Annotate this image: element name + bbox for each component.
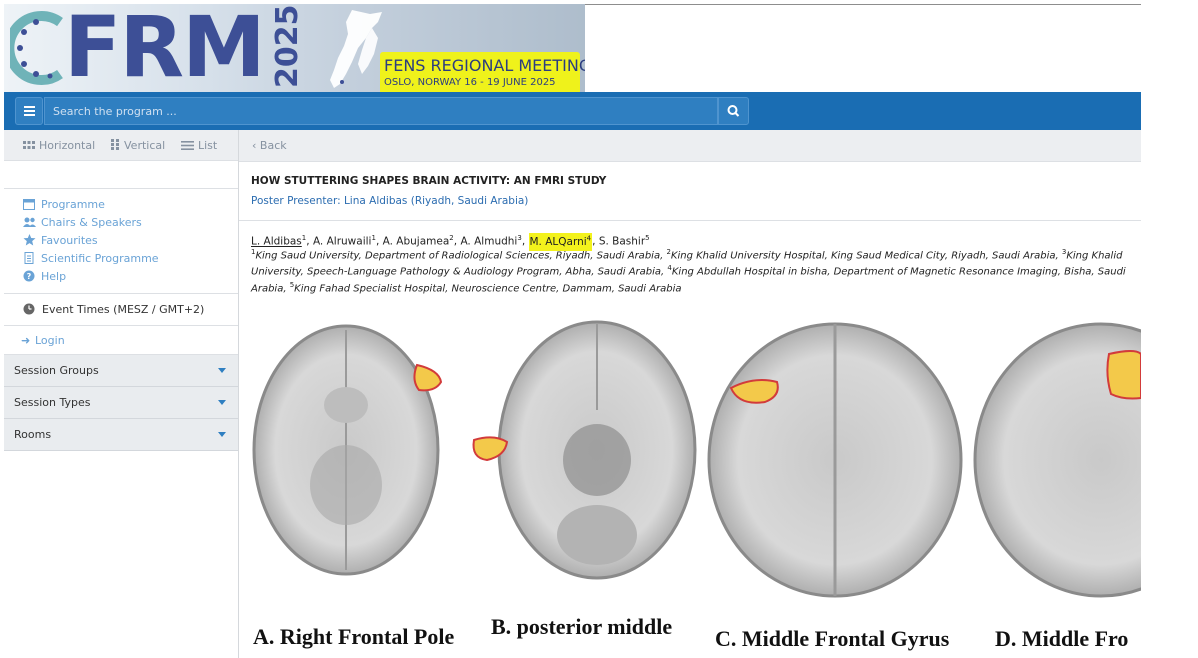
help-icon: ? xyxy=(23,270,35,282)
abstract-header: HOW STUTTERING SHAPES BRAIN ACTIVITY: AN… xyxy=(239,162,1141,221)
event-times-label: Event Times (MESZ / GMT+2) xyxy=(42,303,205,316)
abstract-title: HOW STUTTERING SHAPES BRAIN ACTIVITY: AN… xyxy=(251,175,607,187)
login-label: Login xyxy=(35,334,65,347)
figure-label-d: D. Middle Fro xyxy=(995,626,1129,651)
figure-label-b: B. posterior middle xyxy=(491,614,673,639)
accordion-label: Rooms xyxy=(14,428,52,441)
sidebar-item-label: Chairs & Speakers xyxy=(41,216,142,229)
sidebar-item-label: Favourites xyxy=(41,234,98,247)
sidebar-item-help[interactable]: ? Help xyxy=(23,270,66,283)
list-icon xyxy=(181,141,194,150)
figure-label-c: C. Middle Frontal Gyrus xyxy=(715,626,950,651)
fmri-brain-figure xyxy=(252,320,1141,598)
login-icon: ➜ xyxy=(21,334,31,347)
author-sup: 1 xyxy=(301,234,307,242)
document-icon xyxy=(24,252,34,264)
affiliation: King Saud University, Department of Radi… xyxy=(255,250,667,262)
view-list[interactable]: List xyxy=(181,139,217,152)
svg-text:?: ? xyxy=(27,272,32,281)
author-sup: 2 xyxy=(449,234,454,242)
search-input[interactable] xyxy=(44,97,718,125)
view-horizontal[interactable]: Horizontal xyxy=(23,139,95,152)
author-sup: 1 xyxy=(371,234,376,242)
top-divider xyxy=(585,4,1141,5)
view-switcher: Horizontal Vertical List xyxy=(4,130,238,161)
activation-d xyxy=(1106,350,1141,400)
activation-a xyxy=(413,363,443,392)
brain-slice-a xyxy=(252,324,443,576)
affiliation: King Fahad Specialist Hospital, Neurosci… xyxy=(294,282,682,294)
brain-slice-d xyxy=(973,322,1141,598)
caret-down-icon xyxy=(218,368,226,373)
back-bar: ‹ Back xyxy=(239,130,1141,162)
accordion-rooms[interactable]: Rooms xyxy=(4,419,238,451)
author-sup: 4 xyxy=(586,234,592,242)
sidebar-item-favourites[interactable]: Favourites xyxy=(23,234,98,247)
sidebar-item-label: Programme xyxy=(41,198,105,211)
search-icon xyxy=(727,105,740,117)
accordion-label: Session Types xyxy=(14,396,91,409)
author-sup: 5 xyxy=(645,234,650,242)
accordion-session-groups[interactable]: Session Groups xyxy=(4,355,238,387)
view-vertical-label: Vertical xyxy=(124,139,166,152)
search-button[interactable] xyxy=(718,97,749,125)
grid-vertical-icon xyxy=(111,139,119,150)
chevron-left-icon: ‹ xyxy=(252,139,260,152)
caret-down-icon xyxy=(218,432,226,437)
event-times[interactable]: Event Times (MESZ / GMT+2) xyxy=(4,294,238,326)
brain-slice-c xyxy=(707,322,963,598)
author-sup: 3 xyxy=(517,234,522,242)
poster-presenter[interactable]: Poster Presenter: Lina Aldibas (Riyadh, … xyxy=(251,195,528,207)
calendar-icon xyxy=(23,199,35,210)
sidebar-item-label: Scientific Programme xyxy=(41,252,159,265)
event-banner: FRM 2025 FENS REGIONAL MEETING OSLO, NOR… xyxy=(4,4,585,92)
sidebar-item-scientific-programme[interactable]: Scientific Programme xyxy=(23,252,159,265)
sidebar-item-chairs-speakers[interactable]: Chairs & Speakers xyxy=(23,216,142,229)
meeting-subtitle: OSLO, NORWAY 16 - 19 JUNE 2025 xyxy=(384,77,556,88)
sidebar-item-programme[interactable]: Programme xyxy=(23,198,105,211)
clock-icon xyxy=(23,303,35,315)
affiliations: 1King Saud University, Department of Rad… xyxy=(251,246,1131,295)
menu-icon xyxy=(24,106,35,108)
menu-button[interactable] xyxy=(15,97,43,125)
frm-logo-mark-icon xyxy=(10,11,63,85)
caret-down-icon xyxy=(218,400,226,405)
grid-horizontal-icon xyxy=(23,141,35,149)
sidebar-nav: Programme Chairs & Speakers Favourites S… xyxy=(4,188,238,294)
brain-slice-b xyxy=(472,320,697,580)
view-list-label: List xyxy=(198,139,218,152)
back-label: Back xyxy=(259,139,287,152)
frm-logo-text: FRM xyxy=(64,4,266,92)
accordion-session-types[interactable]: Session Types xyxy=(4,387,238,419)
accordion-label: Session Groups xyxy=(14,364,99,377)
affiliation: King Khalid University Hospital, King Sa… xyxy=(670,250,1062,262)
sidebar-spacer xyxy=(4,161,238,189)
star-icon xyxy=(23,234,36,246)
main-content: ‹ Back HOW STUTTERING SHAPES BRAIN ACTIV… xyxy=(239,130,1141,658)
users-icon xyxy=(23,217,36,227)
sidebar: Horizontal Vertical List Programme Chair… xyxy=(4,130,239,658)
view-horizontal-label: Horizontal xyxy=(39,139,96,152)
figure-label-a: A. Right Frontal Pole xyxy=(253,624,455,649)
view-vertical[interactable]: Vertical xyxy=(111,139,165,152)
sidebar-item-label: Help xyxy=(41,270,67,283)
back-link[interactable]: ‹ Back xyxy=(252,139,287,152)
login-link[interactable]: ➜ Login xyxy=(4,326,238,355)
meeting-title: FENS REGIONAL MEETING xyxy=(384,56,585,75)
